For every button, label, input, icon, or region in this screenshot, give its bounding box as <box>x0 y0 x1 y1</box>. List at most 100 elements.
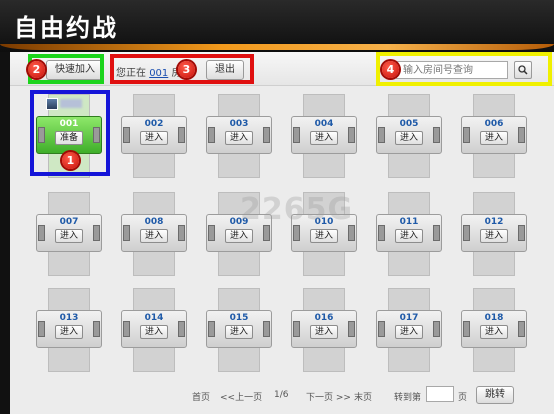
seat-left[interactable] <box>123 225 130 241</box>
marker-4: 4 <box>382 61 399 78</box>
seat-left[interactable] <box>378 321 385 337</box>
seat-left[interactable] <box>463 225 470 241</box>
table-number: 004 <box>314 119 334 129</box>
seat-left[interactable] <box>208 321 215 337</box>
game-table[interactable]: 003 进入 <box>206 94 272 178</box>
enter-table-button[interactable]: 进入 <box>140 229 168 243</box>
table-number: 002 <box>144 119 164 129</box>
game-table[interactable]: 013 进入 <box>36 288 102 372</box>
seat-right[interactable] <box>93 225 100 241</box>
seat-right[interactable] <box>518 127 525 143</box>
seat-left[interactable] <box>378 225 385 241</box>
seat-left[interactable] <box>293 225 300 241</box>
seat-left[interactable] <box>38 321 45 337</box>
enter-table-button[interactable]: 进入 <box>140 131 168 145</box>
page-unit-label: 页 <box>458 393 468 403</box>
goto-page-input[interactable] <box>426 386 454 402</box>
seat-left[interactable] <box>293 127 300 143</box>
table-number: 011 <box>399 217 419 227</box>
goto-label: 转到第 <box>394 393 422 403</box>
seat-left[interactable] <box>208 225 215 241</box>
enter-table-button[interactable]: 进入 <box>55 229 83 243</box>
table-number: 017 <box>399 313 419 323</box>
seat-right[interactable] <box>433 321 440 337</box>
table-number: 015 <box>229 313 249 323</box>
table-number: 018 <box>484 313 504 323</box>
game-table[interactable]: 015 进入 <box>206 288 272 372</box>
seat-right[interactable] <box>518 321 525 337</box>
table-number: 007 <box>59 217 79 227</box>
pager-next[interactable]: 下一页 >> <box>306 390 351 403</box>
seat-left[interactable] <box>208 127 215 143</box>
enter-table-button[interactable]: 进入 <box>310 229 338 243</box>
table-number: 008 <box>144 217 164 227</box>
enter-table-button[interactable]: 进入 <box>140 325 168 339</box>
seat-right[interactable] <box>178 127 185 143</box>
seat-left[interactable] <box>463 127 470 143</box>
game-table[interactable]: 008 进入 <box>121 192 187 276</box>
enter-table-button[interactable]: 进入 <box>310 325 338 339</box>
pager-indicator: 1/6 <box>274 390 289 400</box>
table-number: 012 <box>484 217 504 227</box>
table-number: 016 <box>314 313 334 323</box>
lobby-panel: 快速加入 您正在 001 房 退出 001准备002进入003进入004进入00… <box>10 52 554 414</box>
title-accent-line <box>0 44 554 50</box>
game-table[interactable]: 006 进入 <box>461 94 527 178</box>
game-table[interactable]: 016 进入 <box>291 288 357 372</box>
game-table[interactable]: 004 进入 <box>291 94 357 178</box>
seat-left[interactable] <box>293 321 300 337</box>
marker-3: 3 <box>178 61 195 78</box>
game-table[interactable]: 005 进入 <box>376 94 442 178</box>
enter-table-button[interactable]: 进入 <box>310 131 338 145</box>
seat-right[interactable] <box>348 321 355 337</box>
seat-right[interactable] <box>93 321 100 337</box>
enter-table-button[interactable]: 进入 <box>395 325 423 339</box>
seat-right[interactable] <box>178 321 185 337</box>
enter-table-button[interactable]: 进入 <box>55 325 83 339</box>
seat-right[interactable] <box>348 225 355 241</box>
table-number: 014 <box>144 313 164 323</box>
pager-prev[interactable]: <<上一页 <box>220 390 262 403</box>
seat-left[interactable] <box>123 321 130 337</box>
seat-right[interactable] <box>518 225 525 241</box>
seat-right[interactable] <box>348 127 355 143</box>
enter-table-button[interactable]: 进入 <box>480 131 508 145</box>
game-table[interactable]: 007 进入 <box>36 192 102 276</box>
seat-right[interactable] <box>433 127 440 143</box>
game-table[interactable]: 002 进入 <box>121 94 187 178</box>
table-number: 003 <box>229 119 249 129</box>
highlight-search <box>376 52 552 86</box>
enter-table-button[interactable]: 进入 <box>225 131 253 145</box>
seat-right[interactable] <box>263 321 270 337</box>
seat-left[interactable] <box>378 127 385 143</box>
seat-left[interactable] <box>463 321 470 337</box>
table-number: 013 <box>59 313 79 323</box>
game-table[interactable]: 018 进入 <box>461 288 527 372</box>
marker-1: 1 <box>62 152 79 169</box>
game-table[interactable]: 011 进入 <box>376 192 442 276</box>
enter-table-button[interactable]: 进入 <box>395 229 423 243</box>
jump-button[interactable]: 跳转 <box>476 386 514 404</box>
seat-left[interactable] <box>38 225 45 241</box>
watermark: 2265G <box>240 192 354 227</box>
table-number: 006 <box>484 119 504 129</box>
seat-left[interactable] <box>123 127 130 143</box>
enter-table-button[interactable]: 进入 <box>225 325 253 339</box>
game-table[interactable]: 014 进入 <box>121 288 187 372</box>
pager-last[interactable]: 末页 <box>354 390 372 403</box>
pager-first[interactable]: 首页 <box>192 390 210 403</box>
game-table[interactable]: 017 进入 <box>376 288 442 372</box>
marker-2: 2 <box>28 61 45 78</box>
enter-table-button[interactable]: 进入 <box>225 229 253 243</box>
seat-right[interactable] <box>178 225 185 241</box>
seat-right[interactable] <box>263 127 270 143</box>
seat-right[interactable] <box>263 225 270 241</box>
seat-right[interactable] <box>433 225 440 241</box>
title-bar: 自由约战 <box>0 0 554 52</box>
table-number: 005 <box>399 119 419 129</box>
enter-table-button[interactable]: 进入 <box>480 229 508 243</box>
game-table[interactable]: 012 进入 <box>461 192 527 276</box>
window-title: 自由约战 <box>14 14 118 42</box>
enter-table-button[interactable]: 进入 <box>480 325 508 339</box>
enter-table-button[interactable]: 进入 <box>395 131 423 145</box>
